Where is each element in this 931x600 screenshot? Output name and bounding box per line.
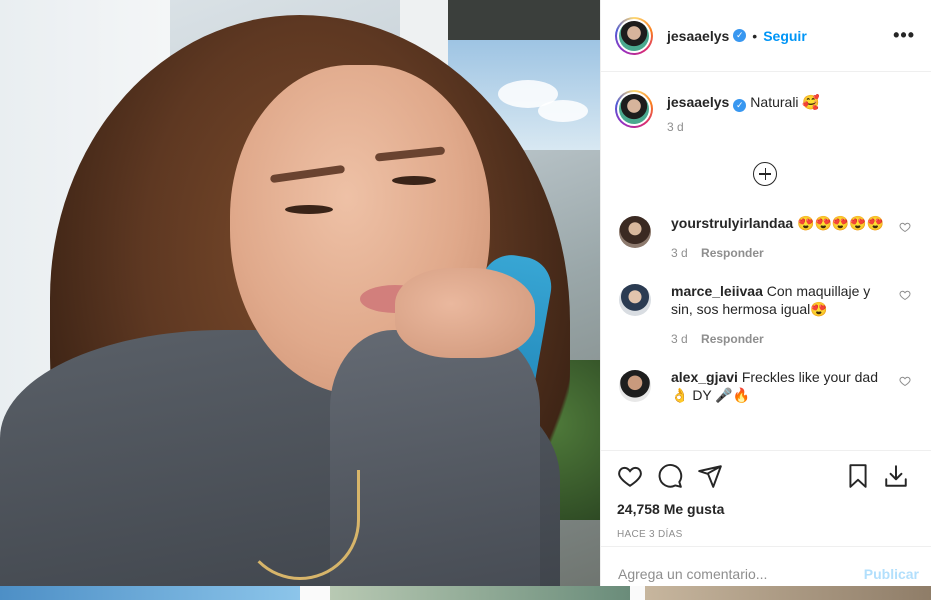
comment-item: alex_gjavi Freckles like your dad 👌 DY 🎤…: [615, 368, 915, 404]
posted-time: HACE 3 DÍAS: [617, 529, 683, 540]
comment-like-heart-icon[interactable]: [899, 221, 911, 233]
comment-avatar[interactable]: [619, 369, 651, 402]
photo-hand: [395, 268, 535, 358]
follow-button[interactable]: Seguir: [763, 28, 807, 44]
save-bookmark-icon[interactable]: [845, 463, 871, 489]
comment-input[interactable]: [618, 565, 864, 582]
header-username[interactable]: jesaaelys: [667, 28, 729, 44]
caption-avatar[interactable]: [615, 90, 653, 128]
post-photo[interactable]: [0, 0, 600, 586]
grid-thumbnail[interactable]: [330, 586, 630, 600]
load-more-plus-icon[interactable]: [753, 161, 777, 186]
like-heart-icon[interactable]: [617, 463, 643, 489]
comment-username[interactable]: yourstrulyirlandaa: [671, 215, 793, 231]
grid-thumbnail[interactable]: [0, 586, 300, 600]
comment-item: yourstrulyirlandaa 😍😍😍😍😍 3 d Responder: [615, 214, 915, 262]
comment-avatar[interactable]: [619, 283, 651, 316]
comment-bubble-icon[interactable]: [657, 463, 683, 489]
share-paper-plane-icon[interactable]: [697, 463, 723, 489]
caption: jesaaelys ✓ Naturali 🥰 3 d: [615, 90, 915, 136]
caption-username[interactable]: jesaaelys: [667, 94, 729, 110]
publish-button[interactable]: Publicar: [864, 566, 919, 582]
comment-like-heart-icon[interactable]: [899, 375, 911, 387]
action-icons: [617, 461, 915, 491]
likes-count[interactable]: 24,758 Me gusta: [617, 501, 915, 517]
reply-button[interactable]: Responder: [701, 332, 764, 346]
comments-list[interactable]: jesaaelys ✓ Naturali 🥰 3 d yourstrulyirlan…: [601, 72, 931, 450]
verified-badge-icon: ✓: [733, 98, 747, 112]
comment-text: 😍😍😍😍😍: [797, 214, 885, 231]
load-more-comments: [615, 161, 915, 186]
comment-avatar[interactable]: [619, 215, 651, 248]
post-header: jesaaelys ✓ • Seguir •••: [601, 0, 931, 72]
comment-username[interactable]: marce_leiivaa: [671, 283, 763, 299]
download-icon[interactable]: [883, 463, 909, 489]
avatar[interactable]: [615, 16, 653, 55]
avatar-image: [619, 20, 649, 51]
post-actions: 24,758 Me gusta HACE 3 DÍAS: [601, 450, 931, 546]
photo-eye-right: [392, 176, 436, 185]
comment-item: marce_leiivaa Con maquillaje y sin, sos …: [615, 282, 915, 348]
comment-like-heart-icon[interactable]: [899, 289, 911, 301]
reply-button[interactable]: Responder: [701, 246, 764, 260]
caption-body: Naturali 🥰: [750, 94, 820, 110]
comment-time: 3 d: [671, 331, 688, 346]
verified-badge-icon: ✓: [733, 29, 747, 42]
more-options-icon[interactable]: •••: [893, 25, 915, 46]
photo-eye-left: [285, 205, 333, 214]
photo-awning: [448, 0, 600, 42]
caption-time: 3 d: [667, 119, 684, 134]
post-side-panel: jesaaelys ✓ • Seguir ••• jesaaelys ✓ Natur…: [600, 0, 931, 586]
separator-dot: •: [752, 27, 758, 44]
comment-meta: 3 d Responder: [671, 330, 891, 348]
more-posts-strip: [0, 586, 931, 600]
comment-username[interactable]: alex_gjavi: [671, 369, 738, 385]
comment-time: 3 d: [671, 245, 688, 260]
photo-sleeve: [330, 330, 540, 586]
grid-thumbnail[interactable]: [645, 586, 931, 600]
comment-meta: 3 d Responder: [671, 244, 891, 262]
caption-text-block: jesaaelys ✓ Naturali 🥰 3 d: [667, 90, 820, 136]
